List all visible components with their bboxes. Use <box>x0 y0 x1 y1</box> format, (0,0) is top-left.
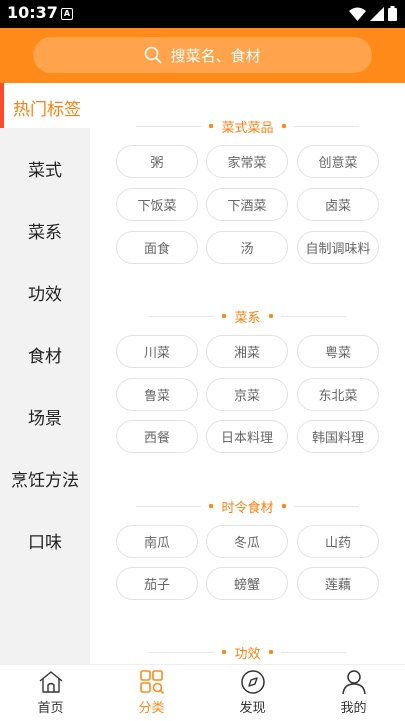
tab-category[interactable]: 分类 <box>101 665 202 721</box>
tag-button[interactable]: 京菜 <box>206 378 288 411</box>
active-indicator <box>0 83 4 128</box>
sidebar-item-ingredients[interactable]: 食材 <box>0 323 90 385</box>
section-title: 功效 <box>90 640 405 664</box>
sidebar-item-efficacy[interactable]: 功效 <box>0 261 90 323</box>
tab-home[interactable]: 首页 <box>0 665 101 721</box>
tag-button[interactable]: 螃蟹 <box>206 567 288 600</box>
section-title: 菜式菜品 <box>90 114 405 138</box>
section-title: 菜系 <box>90 304 405 328</box>
tab-label: 首页 <box>37 701 64 716</box>
section-title-label: 菜式菜品 <box>221 120 274 136</box>
sidebar-item-cooking-method[interactable]: 烹饪方法 <box>0 447 90 509</box>
tag-button[interactable]: 川菜 <box>116 335 198 368</box>
tab-label: 发现 <box>239 701 266 716</box>
compass-icon <box>240 670 265 694</box>
tag-button[interactable]: 莲藕 <box>297 567 379 600</box>
tag-button[interactable]: 南瓜 <box>116 525 198 558</box>
signal-icon <box>370 6 384 21</box>
tag-button[interactable]: 下饭菜 <box>116 188 198 221</box>
tag-content: 菜式菜品 粥 家常菜 创意菜 下饭菜 下酒菜 卤菜 面食 汤 自制调味料 菜系 … <box>90 83 405 664</box>
wifi-icon <box>349 7 366 21</box>
tab-mine[interactable]: 我的 <box>303 665 404 721</box>
home-icon <box>39 671 62 693</box>
search-icon <box>145 46 162 64</box>
sidebar-item-dish-type[interactable]: 菜式 <box>0 137 90 199</box>
tag-button[interactable]: 东北菜 <box>297 378 379 411</box>
sidebar-item-flavor[interactable]: 口味 <box>0 509 90 571</box>
tag-button[interactable]: 家常菜 <box>206 145 288 178</box>
tag-button[interactable]: 茄子 <box>116 567 198 600</box>
status-time: 10:37 <box>7 3 58 22</box>
tag-button[interactable]: 西餐 <box>116 420 198 453</box>
user-icon <box>341 670 366 695</box>
tab-label: 我的 <box>340 701 367 716</box>
tag-button[interactable]: 鲁菜 <box>116 378 198 411</box>
tag-button[interactable]: 粤菜 <box>297 335 379 368</box>
section-title-label: 功效 <box>234 646 261 662</box>
bottom-tab-bar: 首页 分类 发现 我的 <box>0 664 405 720</box>
tag-button[interactable]: 卤菜 <box>297 188 379 221</box>
status-icons <box>349 6 397 21</box>
tag-button[interactable]: 创意菜 <box>297 145 379 178</box>
tag-button[interactable]: 下酒菜 <box>206 188 288 221</box>
section-title: 时令食材 <box>90 494 405 518</box>
notification-icon: A <box>61 8 73 20</box>
tag-button[interactable]: 湘菜 <box>206 335 288 368</box>
section-title-label: 菜系 <box>234 310 261 326</box>
tab-label: 分类 <box>138 701 165 716</box>
header: 搜菜名、食材 <box>0 28 405 83</box>
search-input[interactable]: 搜菜名、食材 <box>33 37 372 73</box>
category-sidebar: 热门标签 菜式 菜系 功效 食材 场景 烹饪方法 口味 <box>0 83 405 664</box>
battery-icon <box>388 6 397 21</box>
section-title-label: 时令食材 <box>221 500 274 516</box>
tag-button[interactable]: 日本料理 <box>206 420 288 453</box>
sidebar-item-cuisine[interactable]: 菜系 <box>0 199 90 261</box>
tab-discover[interactable]: 发现 <box>202 665 303 721</box>
tag-button[interactable]: 自制调味料 <box>297 231 379 264</box>
tag-button[interactable]: 韩国料理 <box>297 420 379 453</box>
tag-button[interactable]: 汤 <box>206 231 288 264</box>
sidebar-item-scene[interactable]: 场景 <box>0 385 90 447</box>
tag-button[interactable]: 山药 <box>297 525 379 558</box>
sidebar-item-label: 热门标签 <box>13 100 81 120</box>
status-bar: 10:37 A <box>0 0 405 28</box>
category-icon <box>139 670 164 694</box>
tag-button[interactable]: 面食 <box>116 231 198 264</box>
tag-button[interactable]: 粥 <box>116 145 198 178</box>
search-placeholder: 搜菜名、食材 <box>170 46 261 65</box>
tag-button[interactable]: 冬瓜 <box>206 525 288 558</box>
